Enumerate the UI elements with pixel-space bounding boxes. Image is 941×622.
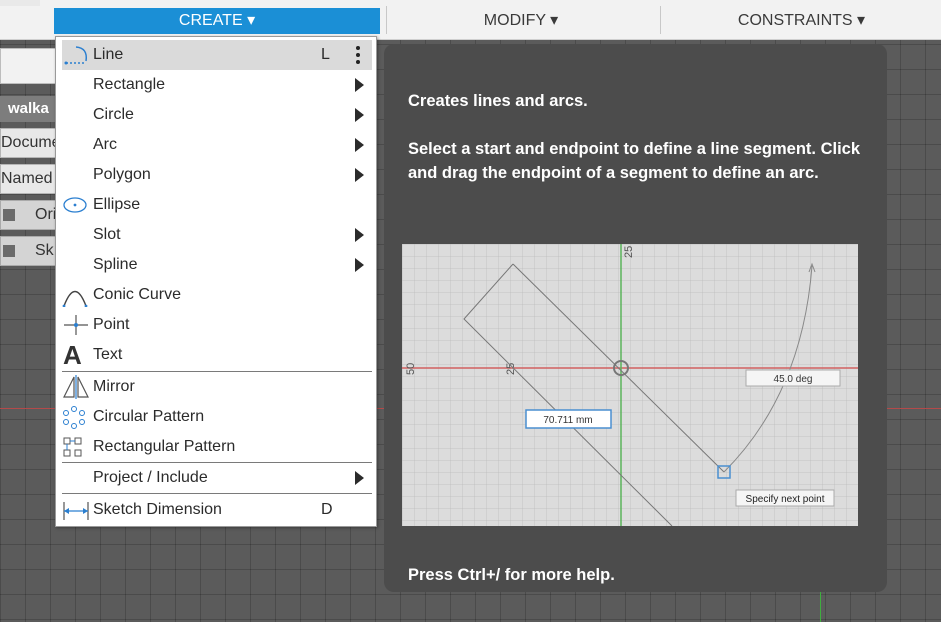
browser-header-box: [0, 48, 56, 84]
browser-row-sketches[interactable]: Sk: [0, 236, 56, 266]
preview-tick-left: 50: [405, 363, 417, 375]
toolbar: CREATE ▾ MODIFY ▾ CONSTRAINTS ▾: [0, 0, 941, 40]
browser-row-label: Sk: [35, 242, 54, 259]
menu-item-label: Spline: [93, 256, 138, 273]
submenu-arrow-icon: [355, 138, 364, 152]
menu-item-label: Line: [93, 46, 124, 63]
menu-item-label: Point: [93, 316, 130, 333]
tab-modify[interactable]: MODIFY ▾: [386, 8, 656, 34]
menu-item-label: Ellipse: [93, 196, 141, 213]
tooltip-description: Creates lines and arcs.: [408, 92, 588, 110]
toolbar-top-strip: [0, 0, 40, 6]
menu-item-label: Arc: [93, 136, 117, 153]
menu-item-slot[interactable]: Slot: [62, 220, 372, 250]
submenu-arrow-icon: [355, 471, 364, 485]
menu-item-rectangle[interactable]: Rectangle: [62, 70, 372, 100]
preview-angle-label: 45.0 deg: [774, 374, 813, 385]
submenu-arrow-icon: [355, 168, 364, 182]
preview-prompt-label: Specify next point: [746, 494, 825, 505]
submenu-arrow-icon: [355, 258, 364, 272]
menu-item-circular-pattern[interactable]: Circular Pattern: [62, 402, 372, 432]
menu-item-label: Circle: [93, 106, 134, 123]
browser-row-named[interactable]: Named: [0, 164, 56, 194]
circular-pattern-icon: [62, 405, 90, 429]
preview-length-label: 70.711 mm: [543, 415, 592, 426]
tab-constraints[interactable]: CONSTRAINTS ▾: [662, 8, 941, 34]
tab-create[interactable]: CREATE ▾: [54, 8, 380, 34]
menu-item-ellipse[interactable]: Ellipse: [62, 190, 372, 220]
menu-item-spline[interactable]: Spline: [62, 250, 372, 280]
tooltip-instructions: Select a start and endpoint to define a …: [408, 140, 861, 182]
menu-item-label: Text: [93, 346, 123, 363]
y-axis-line: [820, 590, 821, 622]
menu-item-shortcut: D: [321, 501, 333, 518]
menu-item-label: Conic Curve: [93, 286, 182, 303]
mirror-icon: [62, 375, 90, 399]
menu-item-label: Sketch Dimension: [93, 501, 222, 518]
menu-item-project-include[interactable]: Project / Include: [62, 463, 372, 493]
create-menu: Line L Rectangle Circle Arc Polygon Elli…: [55, 36, 377, 527]
browser-row-label: Ori: [35, 206, 56, 223]
preview-tick-mid: 25: [505, 363, 517, 375]
rectangular-pattern-icon: [62, 435, 90, 459]
toolbar-separator: [660, 6, 661, 34]
preview-tick-top: 25: [623, 246, 635, 258]
menu-item-label: Rectangle: [93, 76, 166, 93]
menu-item-polygon[interactable]: Polygon: [62, 160, 372, 190]
browser-title[interactable]: walka: [0, 96, 56, 122]
menu-item-rectangular-pattern[interactable]: Rectangular Pattern: [62, 432, 372, 462]
menu-item-line[interactable]: Line L: [62, 40, 372, 70]
menu-item-arc[interactable]: Arc: [62, 130, 372, 160]
tooltip-preview-image: 25 25 50 70.711 mm 45.0 deg Specify next…: [402, 244, 858, 526]
folder-icon: [3, 209, 15, 221]
ellipse-icon: [62, 193, 90, 217]
menu-item-point[interactable]: Point: [62, 310, 372, 340]
folder-icon: [3, 245, 15, 257]
menu-item-sketch-dimension[interactable]: Sketch Dimension D: [62, 495, 372, 525]
menu-item-text[interactable]: A Text: [62, 340, 372, 370]
conic-curve-icon: [62, 283, 90, 308]
submenu-arrow-icon: [355, 228, 364, 242]
browser-row-document[interactable]: Docume: [0, 128, 56, 158]
browser-row-origin[interactable]: Ori: [0, 200, 56, 230]
menu-item-label: Polygon: [93, 166, 151, 183]
tooltip-panel: Creates lines and arcs. Select a start a…: [384, 44, 887, 592]
text-icon: A: [63, 340, 82, 370]
menu-divider: [62, 493, 372, 494]
menu-item-label: Circular Pattern: [93, 408, 205, 425]
menu-item-label: Mirror: [93, 378, 135, 395]
point-icon: [62, 313, 90, 337]
tooltip-footer: Press Ctrl+/ for more help.: [408, 566, 615, 584]
menu-item-label: Project / Include: [93, 469, 208, 486]
sketch-dimension-icon: [62, 498, 90, 522]
menu-item-label: Rectangular Pattern: [93, 438, 236, 455]
more-options-icon[interactable]: [356, 46, 360, 64]
menu-item-label: Slot: [93, 226, 121, 243]
menu-item-circle[interactable]: Circle: [62, 100, 372, 130]
submenu-arrow-icon: [355, 78, 364, 92]
menu-item-shortcut: L: [321, 46, 330, 63]
menu-item-conic-curve[interactable]: Conic Curve: [62, 280, 372, 310]
submenu-arrow-icon: [355, 108, 364, 122]
line-icon: [62, 43, 90, 67]
menu-item-mirror[interactable]: Mirror: [62, 372, 372, 402]
